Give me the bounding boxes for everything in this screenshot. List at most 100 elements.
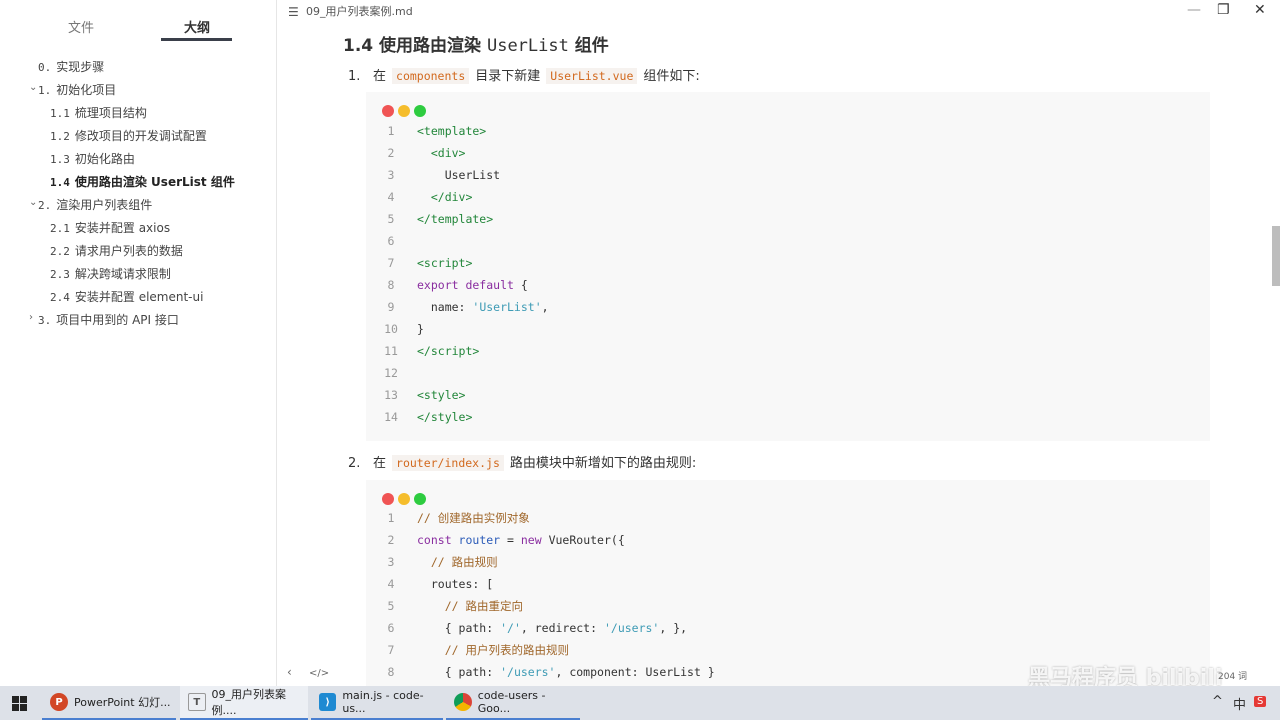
outline-label: 修改项目的开发调试配置	[74, 129, 207, 143]
taskbar-vscode[interactable]: ⟩ main.js - code-us...	[311, 686, 443, 720]
outline-number: 1.1	[50, 107, 70, 120]
line-number: 8	[387, 278, 395, 292]
back-icon[interactable]: ‹	[287, 665, 292, 679]
code-line: 4 </div>	[366, 186, 1210, 208]
red-dot-icon	[382, 105, 394, 117]
outline-item[interactable]: 2.2 请求用户列表的数据	[50, 241, 183, 261]
code-token: new	[520, 533, 542, 547]
code-token: <style>	[417, 388, 466, 402]
code-line: 12	[366, 362, 1210, 384]
line-number: 1	[387, 511, 395, 525]
code-token: 'UserList'	[472, 300, 542, 314]
code-token: { path:	[417, 665, 501, 679]
tray-chevron-icon[interactable]: ^	[1212, 694, 1223, 709]
heading-number: 1.4	[343, 36, 374, 56]
sidebar: 文件 大纲 0. 实现步骤 ⌄ 1. 初始化项目 1.1 梳理项目结构 1.2 修改项目的开发调…	[0, 0, 277, 686]
code-line: 3 UserList	[366, 164, 1210, 186]
outline-item[interactable]: › 3. 项目中用到的 API 接口	[29, 310, 179, 330]
code-token: <script>	[417, 256, 473, 270]
tab-outline[interactable]: 大纲	[184, 17, 210, 36]
code-line: 14 </style>	[366, 406, 1210, 428]
ime-indicator[interactable]: 中	[1233, 694, 1246, 713]
typora-icon: T	[188, 693, 206, 711]
outline-item[interactable]: 2.4 安装并配置 element-ui	[50, 287, 203, 307]
red-dot-icon	[382, 493, 394, 505]
taskbar: P PowerPoint 幻灯... T 09_用户列表案例.... ⟩ main.j…	[0, 686, 1280, 720]
heading-code: UserList	[486, 36, 569, 56]
code-line: 10}	[366, 318, 1210, 340]
sogou-icon[interactable]: S	[1254, 696, 1267, 707]
line-number: 9	[387, 300, 395, 314]
outline-item[interactable]: 0. 实现步骤	[38, 57, 104, 77]
outline-label: 安装并配置 element-ui	[74, 290, 204, 304]
code-line: 5 // 路由重定向	[366, 595, 1210, 617]
outline-label: 解决跨域请求限制	[74, 267, 171, 281]
code-block-1[interactable]: 1 <template> 2 <div> 3 UserList 4 </div> 5 </t…	[366, 92, 1210, 441]
taskbar-label: main.js - code-us...	[342, 689, 424, 715]
window-dots	[382, 102, 430, 121]
code-token: '/users'	[603, 621, 660, 635]
code-line: 2 <div>	[366, 142, 1210, 164]
step-2: 2. 在 router/index.js 路由模块中新增如下的路由规则:	[348, 452, 696, 471]
vscode-icon: ⟩	[319, 693, 337, 711]
caret-icon[interactable]: ›	[29, 308, 33, 328]
taskbar-label: PowerPoint 幻灯...	[74, 696, 171, 709]
outline-label: 安装并配置 axios	[74, 221, 171, 235]
caret-icon[interactable]: ⌄	[29, 78, 37, 98]
scrollbar-thumb[interactable]	[1272, 226, 1280, 286]
code-token: , },	[659, 621, 688, 635]
line-number: 7	[387, 643, 395, 657]
code-token: // 路由重定向	[417, 599, 523, 613]
line-number: 6	[387, 621, 395, 635]
green-dot-icon	[414, 493, 426, 505]
text: 组件如下:	[643, 69, 700, 84]
outline-item[interactable]: ⌄ 2. 渲染用户列表组件	[29, 195, 152, 215]
heading-text: 使用路由渲染	[379, 36, 482, 56]
outline-item[interactable]: 2.1 安装并配置 axios	[50, 218, 170, 238]
word-count[interactable]: 204 词	[1218, 669, 1247, 682]
code-text: // 创建路由实例对象	[417, 507, 530, 529]
code-token: routes: [	[417, 577, 494, 591]
restore-button[interactable]: ❐	[1217, 2, 1230, 18]
outline-item[interactable]: 2.3 解决跨域请求限制	[50, 264, 171, 284]
outline-item[interactable]: 1.1 梳理项目结构	[50, 103, 147, 123]
taskbar-chrome[interactable]: code-users - Goo...	[446, 686, 580, 720]
outline-number: 2.4	[50, 291, 70, 304]
source-code-icon[interactable]: </>	[309, 668, 329, 679]
code-token: , component: UserList }	[555, 665, 715, 679]
code-token: {	[513, 278, 528, 292]
menu-icon[interactable]: ☰	[288, 5, 299, 19]
outline-item[interactable]: ⌄ 1. 初始化项目	[29, 80, 116, 100]
outline-item[interactable]: 1.2 修改项目的开发调试配置	[50, 126, 207, 146]
code-block-2[interactable]: 1 // 创建路由实例对象 2 const router = new VueRoute…	[366, 480, 1210, 686]
code-line: 4 routes: [	[366, 573, 1210, 595]
code-token: VueRouter({	[541, 533, 625, 547]
code-token: UserList	[417, 168, 501, 182]
outline-item[interactable]: 1.4 使用路由渲染 UserList 组件	[50, 172, 235, 192]
code-token: =	[500, 533, 521, 547]
code-text: <template>	[417, 120, 486, 142]
caret-icon[interactable]: ⌄	[29, 193, 37, 213]
code-line: 8 export default {	[366, 274, 1210, 296]
taskbar-typora[interactable]: T 09_用户列表案例....	[180, 686, 308, 720]
line-number: 1	[387, 124, 395, 138]
code-line: 1 <template>	[366, 120, 1210, 142]
code-line: 13 <style>	[366, 384, 1210, 406]
section-heading: 1.4 使用路由渲染 UserList 组件	[343, 31, 609, 56]
line-number: 3	[387, 168, 395, 182]
line-number: 13	[384, 388, 398, 402]
code-text: name: 'UserList',	[417, 296, 549, 318]
close-button[interactable]: ✕	[1254, 2, 1266, 18]
taskbar-label: 09_用户列表案例....	[211, 688, 287, 717]
code-line: 7 <script>	[366, 252, 1210, 274]
code-text: // 路由规则	[417, 551, 498, 573]
outline-item[interactable]: 1.3 初始化路由	[50, 149, 135, 169]
minimize-button[interactable]: —	[1187, 2, 1201, 18]
code-token: { path:	[417, 621, 501, 635]
active-tab-indicator	[161, 38, 232, 41]
code-line: 1 // 创建路由实例对象	[366, 507, 1210, 529]
code-lines: 1 // 创建路由实例对象 2 const router = new VueRoute…	[366, 507, 1210, 683]
taskbar-powerpoint[interactable]: P PowerPoint 幻灯...	[42, 686, 176, 720]
tab-files[interactable]: 文件	[68, 17, 94, 36]
windows-start-icon[interactable]	[12, 696, 27, 711]
